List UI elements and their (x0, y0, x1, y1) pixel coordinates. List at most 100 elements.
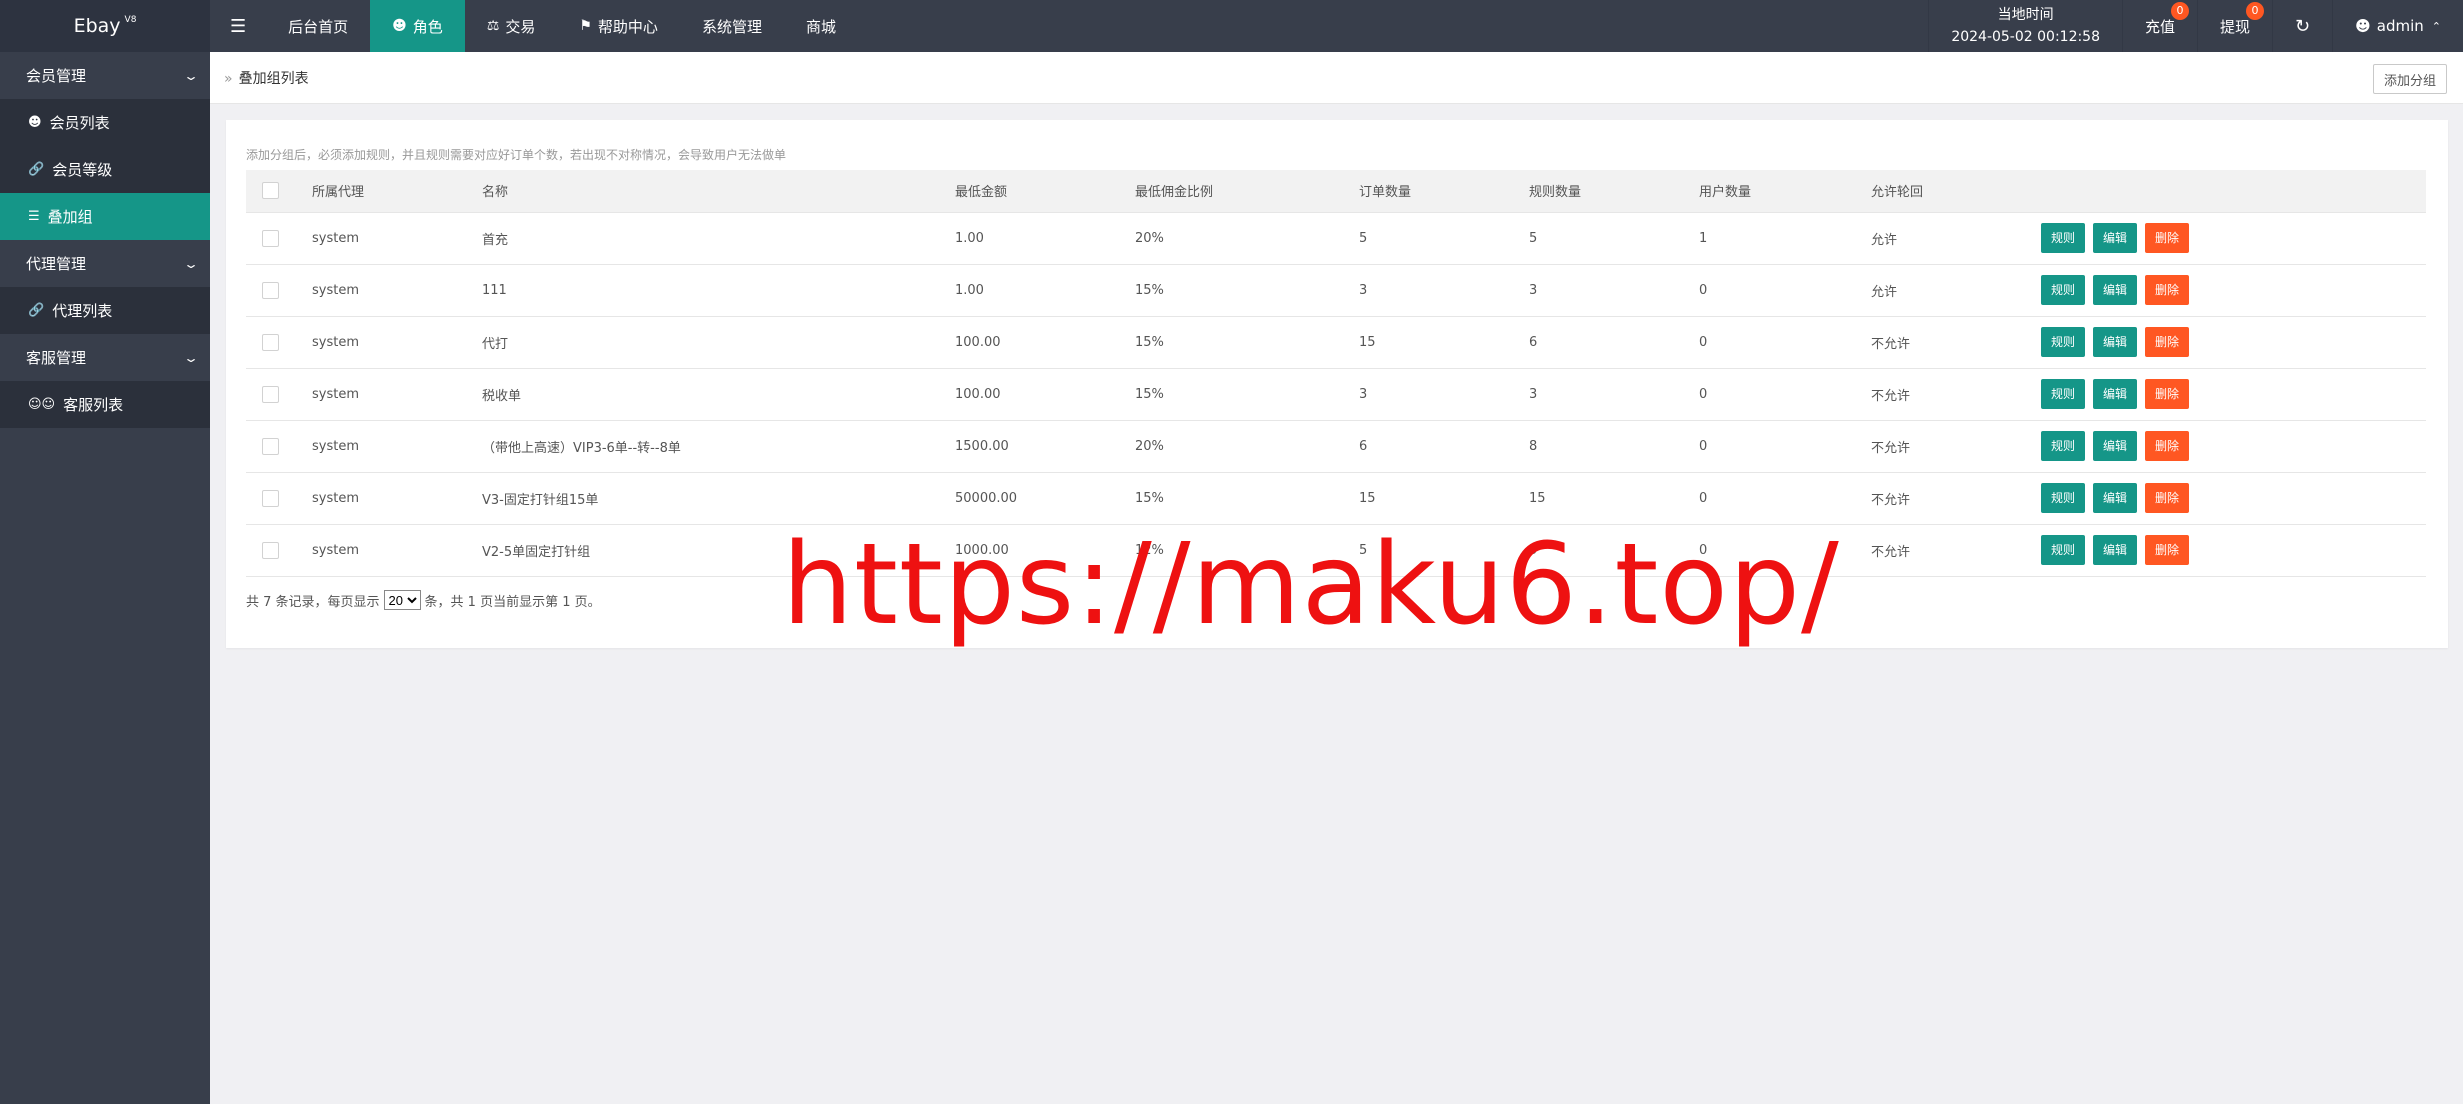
table-cell: 3 (1359, 368, 1529, 421)
chevron-up-icon: ⌃ (2431, 19, 2441, 33)
table-cell: V3-固定打针组15单 (482, 472, 955, 525)
row-actions: 规则 编辑 删除 (2041, 316, 2426, 369)
time-label: 当地时间 (1997, 7, 2054, 23)
scale-icon: ⚖ (486, 18, 500, 34)
select-all-checkbox[interactable] (262, 182, 279, 200)
row-checkbox[interactable] (262, 281, 279, 299)
rules-button[interactable]: 规则 (2041, 431, 2086, 461)
menu-toggle-icon[interactable]: ☰ (210, 0, 266, 52)
column-header: 用户数量 (1699, 170, 1871, 213)
sidebar-group-members[interactable]: 会员管理 ⌄ (0, 52, 210, 99)
time-value: 2024-05-02 00:12:58 (1951, 29, 2101, 45)
sidebar-group-label: 客服管理 (26, 349, 87, 367)
row-checkbox[interactable] (262, 541, 279, 559)
sidebar-item-agent-list[interactable]: 🔗 代理列表 (0, 287, 210, 334)
table-cell: 首充 (482, 212, 955, 265)
page-size-select[interactable]: 20 (383, 590, 421, 610)
row-checkbox[interactable] (262, 437, 279, 455)
table-cell: 6 (1529, 316, 1699, 369)
edit-button[interactable]: 编辑 (2093, 327, 2138, 357)
rules-button[interactable]: 规则 (2041, 379, 2086, 409)
topnav-item-trade[interactable]: ⚖ 交易 (465, 0, 558, 52)
add-group-button[interactable]: 添加分组 (2372, 64, 2447, 94)
topnav-item-role[interactable]: ☻ 角色 (370, 0, 465, 52)
sidebar-item-member-level[interactable]: 🔗 会员等级 (0, 146, 210, 193)
topnav-item-dashboard[interactable]: 后台首页 (266, 0, 370, 52)
sidebar-item-stack-group[interactable]: ☰ 叠加组 (0, 193, 210, 240)
refresh-icon[interactable]: ↻ (2272, 0, 2332, 52)
table-cell: 50000.00 (955, 472, 1135, 525)
row-actions: 规则 编辑 删除 (2041, 264, 2426, 317)
edit-button[interactable]: 编辑 (2093, 431, 2138, 461)
user-name: admin (2376, 17, 2424, 35)
rules-button[interactable]: 规则 (2041, 327, 2086, 357)
delete-button[interactable]: 删除 (2145, 535, 2190, 565)
rules-button[interactable]: 规则 (2041, 223, 2086, 253)
link-icon: 🔗 (28, 162, 45, 177)
pagination: 共 7 条记录，每页显示 20 条，共 1 页当前显示第 1 页。 (246, 590, 601, 610)
topnav-label: 交易 (505, 17, 536, 36)
breadcrumb: » 叠加组列表 (224, 68, 309, 88)
row-checkbox[interactable] (262, 489, 279, 507)
row-select-cell (246, 472, 312, 525)
rules-button[interactable]: 规则 (2041, 275, 2086, 305)
pager-suffix: 条，共 1 页当前显示第 1 页。 (424, 594, 601, 610)
column-header: 最低佣金比例 (1135, 170, 1359, 213)
column-header: 允许轮回 (1871, 170, 2041, 213)
sidebar-item-label: 叠加组 (47, 208, 93, 226)
row-actions: 规则 编辑 删除 (2041, 472, 2426, 525)
row-checkbox[interactable] (262, 333, 279, 351)
table-cell: 1 (1699, 212, 1871, 265)
table-cell: system (312, 472, 482, 525)
sidebar-group-support[interactable]: 客服管理 ⌄ (0, 334, 210, 381)
user-icon: ☻ (392, 18, 407, 34)
delete-button[interactable]: 删除 (2145, 379, 2190, 409)
delete-button[interactable]: 删除 (2145, 431, 2190, 461)
table-cell: 允许 (1871, 212, 2041, 265)
app-logo[interactable]: Ebay V8 (0, 0, 210, 52)
tip-text: 添加分组后，必须添加规则，并且规则需要对应好订单个数，若出现不对称情况，会导致用… (246, 148, 787, 162)
sidebar-item-support-list[interactable]: ☺☺ 客服列表 (0, 381, 210, 428)
table-cell: 1.00 (955, 212, 1135, 265)
delete-button[interactable]: 删除 (2145, 327, 2190, 357)
app-name: Ebay (73, 15, 121, 37)
recharge-button[interactable]: 充值 0 (2122, 0, 2197, 52)
link-icon: 🔗 (28, 303, 45, 318)
table-cell: system (312, 524, 482, 577)
edit-button[interactable]: 编辑 (2093, 535, 2138, 565)
table-cell: 15 (1359, 316, 1529, 369)
table-row: system 首充 1.00 20% 5 5 1 允许 规则 编辑 删除 (246, 212, 2426, 265)
delete-button[interactable]: 删除 (2145, 483, 2190, 513)
table-cell: 不允许 (1871, 420, 2041, 473)
row-checkbox[interactable] (262, 385, 279, 403)
table-cell: 5 (1529, 212, 1699, 265)
sidebar-item-label: 客服列表 (63, 396, 124, 414)
topnav-item-help[interactable]: ⚑ 帮助中心 (557, 0, 680, 52)
withdraw-button[interactable]: 提现 0 (2197, 0, 2272, 52)
row-checkbox[interactable] (262, 229, 279, 247)
table-cell: 100.00 (955, 368, 1135, 421)
rules-button[interactable]: 规则 (2041, 535, 2086, 565)
table-cell: 0 (1699, 420, 1871, 473)
row-actions: 规则 编辑 删除 (2041, 368, 2426, 421)
delete-button[interactable]: 删除 (2145, 223, 2190, 253)
edit-button[interactable]: 编辑 (2093, 379, 2138, 409)
rules-button[interactable]: 规则 (2041, 483, 2086, 513)
edit-button[interactable]: 编辑 (2093, 223, 2138, 253)
table-row: system （带他上高速）VIP3-6单--转--8单 1500.00 20% 6 8 0… (246, 420, 2426, 473)
table-cell: 3 (1529, 368, 1699, 421)
topnav-label: 商城 (805, 17, 836, 36)
users-icon: ☺☺ (28, 397, 56, 412)
table-cell: system (312, 316, 482, 369)
edit-button[interactable]: 编辑 (2093, 275, 2138, 305)
table-cell: 15% (1135, 316, 1359, 369)
sidebar-item-member-list[interactable]: ☻ 会员列表 (0, 99, 210, 146)
edit-button[interactable]: 编辑 (2093, 483, 2138, 513)
app-version: V8 (124, 15, 137, 25)
topnav-item-system[interactable]: 系统管理 (680, 0, 784, 52)
topnav-item-mall[interactable]: 商城 (784, 0, 858, 52)
sidebar-group-agents[interactable]: 代理管理 ⌄ (0, 240, 210, 287)
table-cell: 代打 (482, 316, 955, 369)
delete-button[interactable]: 删除 (2145, 275, 2190, 305)
user-menu[interactable]: ☻ admin ⌃ (2332, 0, 2463, 52)
